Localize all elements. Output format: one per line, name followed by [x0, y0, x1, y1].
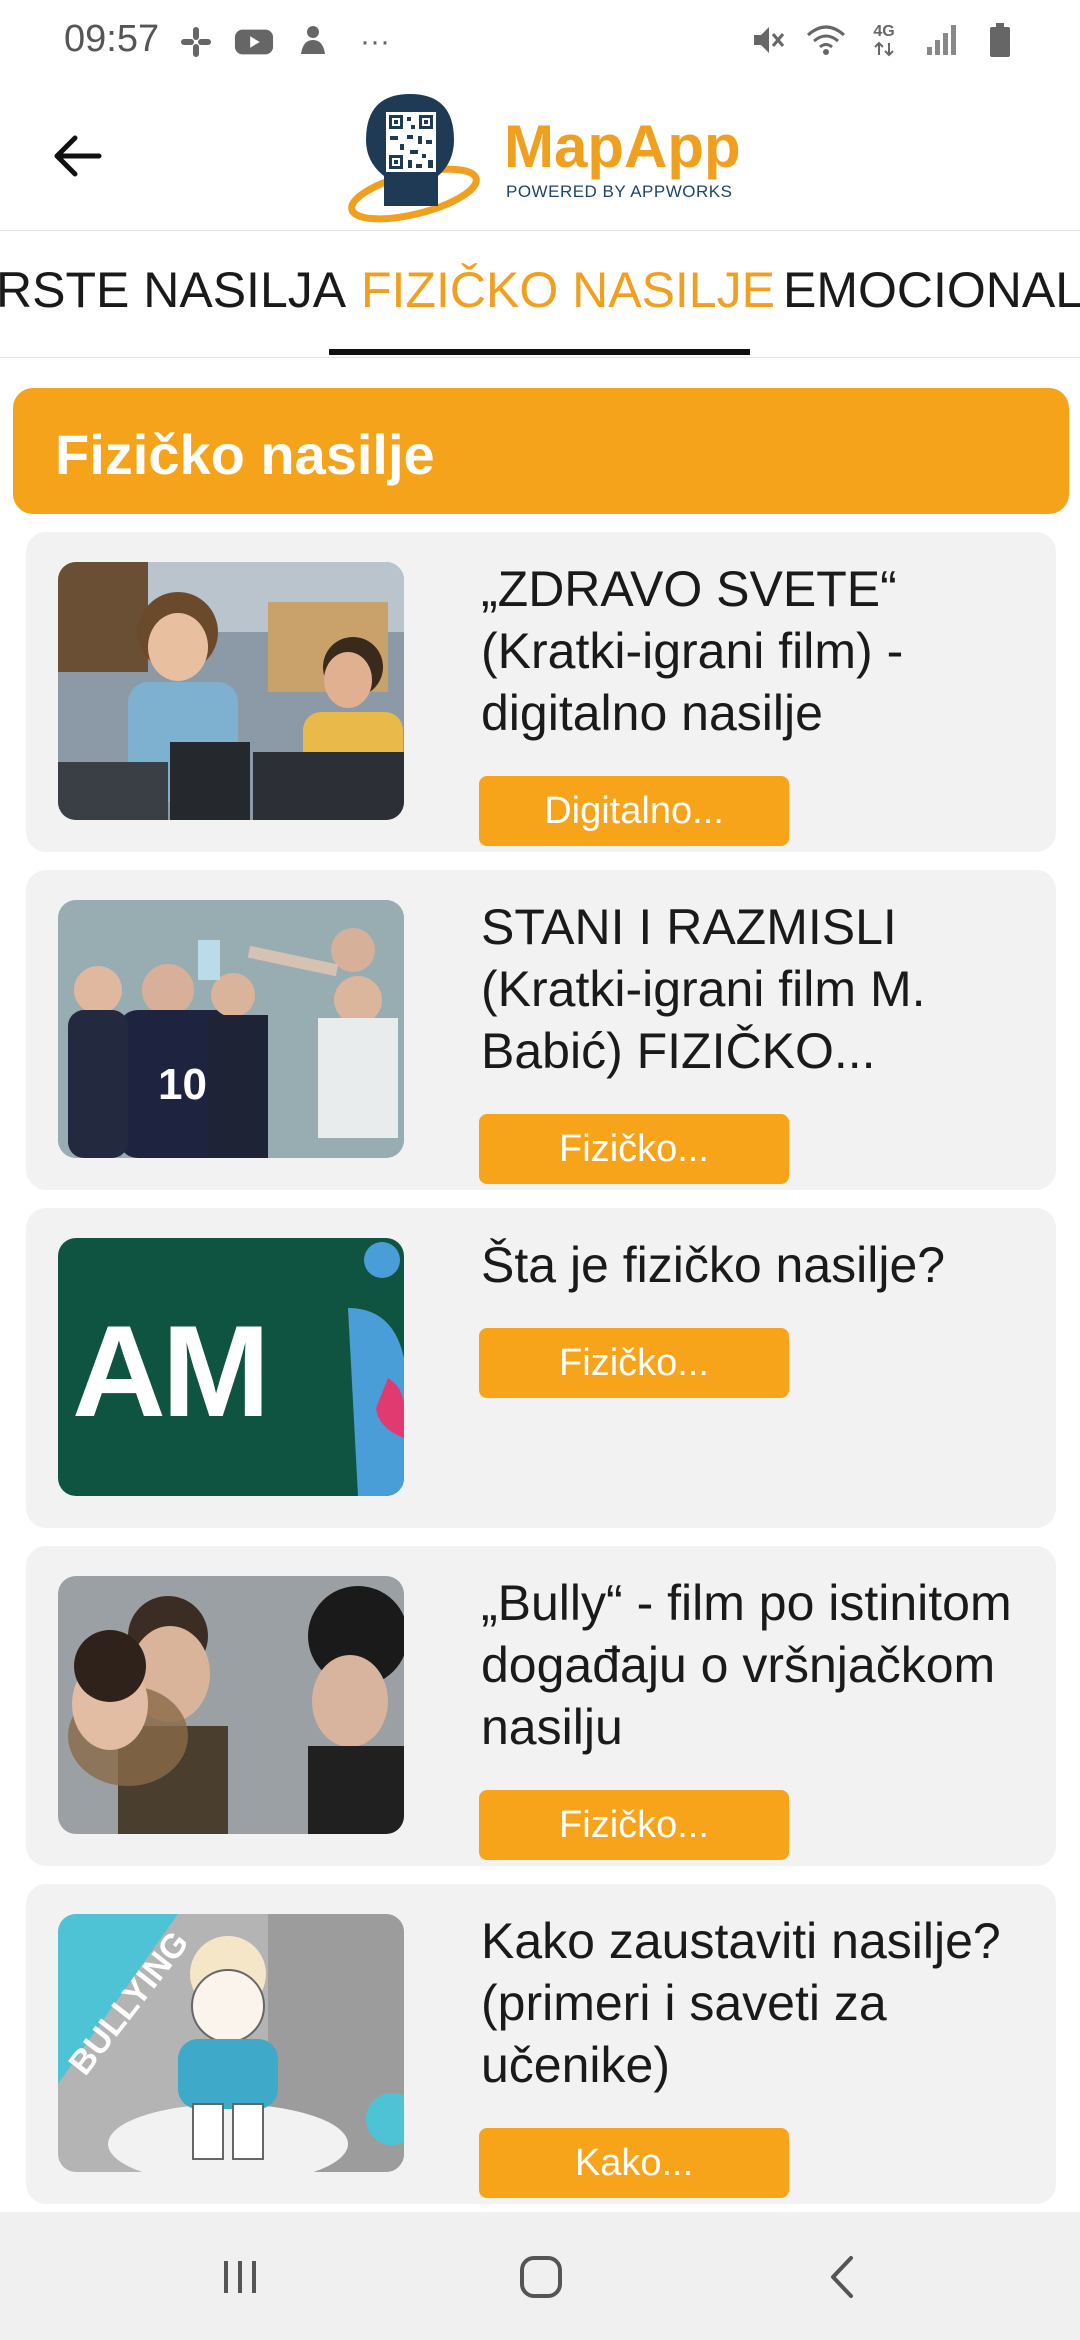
home-icon — [520, 2256, 562, 2298]
video-card[interactable]: „Bully“ - film po istinitom događaju o v… — [26, 1546, 1056, 1866]
category-button[interactable]: Kako... — [479, 2128, 789, 2198]
home-button[interactable] — [506, 2242, 576, 2312]
arrow-left-icon — [54, 135, 102, 177]
back-button[interactable] — [42, 120, 114, 192]
app-logo: MapApp POWERED BY APPWORKS — [346, 90, 746, 226]
mute-icon — [748, 20, 788, 60]
category-button[interactable]: Fizičko... — [479, 1114, 789, 1184]
logo-name: MapApp — [504, 113, 741, 180]
back-nav-button[interactable] — [808, 2242, 878, 2312]
network-type: 4G — [873, 23, 895, 40]
system-nav-bar — [0, 2212, 1080, 2340]
video-title: STANI I RAZMISLI (Kratki-igrani film M. … — [481, 899, 926, 1079]
active-tab-indicator — [329, 349, 750, 355]
category-button[interactable]: Fizičko... — [479, 1790, 789, 1860]
video-thumbnail[interactable] — [58, 562, 404, 820]
video-card[interactable]: BULLYING Kako zaustaviti nasilje? (prime… — [26, 1884, 1056, 2204]
tab-fizicko-nasilje[interactable]: FIZIČKO NASILJE — [361, 261, 775, 319]
more-icon: ··· — [360, 25, 390, 58]
section-header: Fizičko nasilje — [13, 388, 1069, 514]
category-tabs: RSTE NASILJA FIZIČKO NASILJE EMOCIONALN — [0, 230, 1080, 358]
hallway-thumbnail-icon — [58, 900, 404, 1158]
video-card[interactable]: AM Šta je fizičko nasilje? Fizičko... — [26, 1208, 1056, 1528]
category-button[interactable]: Digitalno... — [479, 776, 789, 846]
recent-apps-button[interactable] — [205, 2242, 275, 2312]
app-bar: MapApp POWERED BY APPWORKS — [0, 84, 1080, 230]
classroom-thumbnail-icon — [58, 562, 404, 820]
tab-emocionalno[interactable]: EMOCIONALN — [783, 261, 1080, 319]
thumbnail-text: AM — [72, 1298, 270, 1444]
wifi-icon — [806, 20, 846, 60]
back-nav-icon — [831, 2256, 853, 2298]
outdoor-thumbnail-icon — [58, 1576, 404, 1834]
status-time: 09:57 — [64, 18, 160, 60]
video-thumbnail[interactable]: 10 — [58, 900, 404, 1158]
category-button[interactable]: Fizičko... — [479, 1328, 789, 1398]
video-card[interactable]: 10 STANI I RAZMISLI (Kratki-igrani film … — [26, 870, 1056, 1190]
video-thumbnail[interactable] — [58, 1576, 404, 1834]
section-title: Fizičko nasilje — [55, 423, 435, 486]
video-thumbnail[interactable]: AM — [58, 1238, 404, 1496]
battery-icon — [980, 20, 1020, 60]
tab-vrste-nasilja[interactable]: RSTE NASILJA — [0, 261, 346, 319]
video-thumbnail[interactable]: BULLYING — [58, 1914, 404, 2172]
youtube-icon — [234, 22, 274, 62]
video-title: „ZDRAVO SVETE“ (Kratki-igrani film) - di… — [481, 561, 904, 741]
video-title: Kako zaustaviti nasilje? (primeri i save… — [481, 1913, 1001, 2093]
video-title: „Bully“ - film po istinitom događaju o v… — [481, 1575, 1012, 1755]
jersey-number: 10 — [158, 1060, 207, 1109]
status-bar: 09:57 ··· 4G — [0, 0, 1080, 84]
slack-icon — [176, 22, 216, 62]
signal-icon — [922, 20, 962, 60]
video-card[interactable]: „ZDRAVO SVETE“ (Kratki-igrani film) - di… — [26, 532, 1056, 852]
phone-qr-logo-icon — [348, 94, 480, 223]
video-title: Šta je fizičko nasilje? — [481, 1237, 946, 1293]
4g-icon: 4G — [864, 20, 904, 60]
recent-apps-icon — [224, 2261, 256, 2293]
logo-subtitle: POWERED BY APPWORKS — [506, 182, 733, 201]
notification-icon — [292, 22, 332, 62]
